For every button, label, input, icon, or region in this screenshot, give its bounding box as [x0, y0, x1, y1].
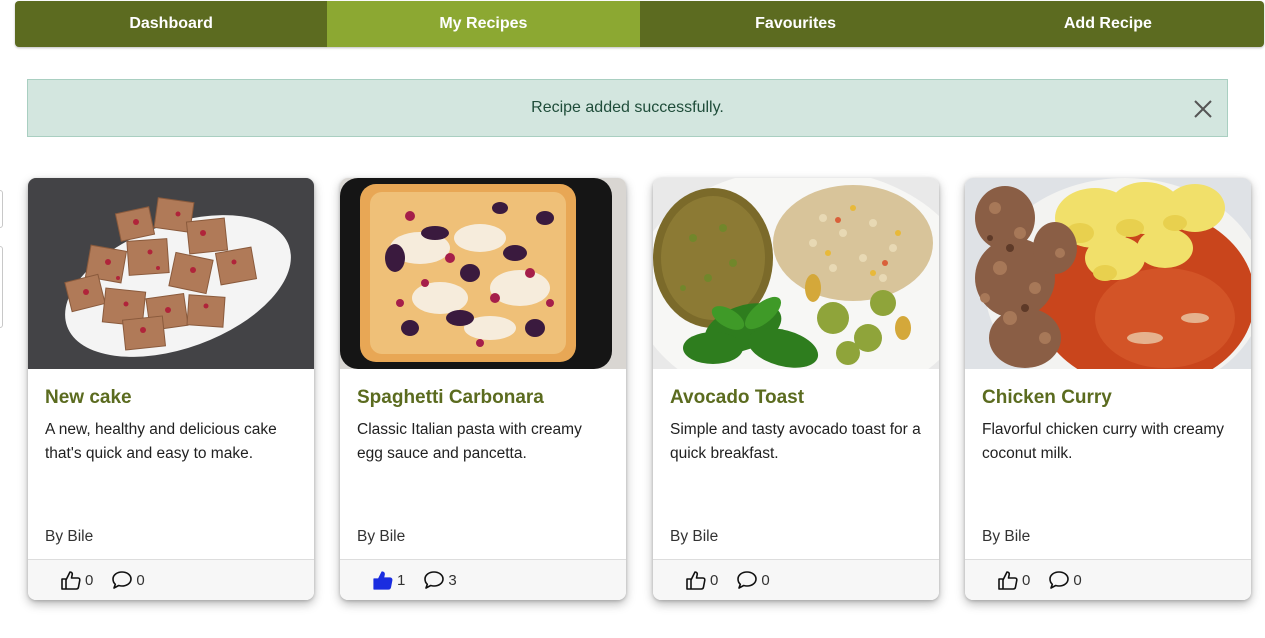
recipe-card[interactable]: New cake A new, healthy and delicious ca…	[28, 178, 314, 600]
comment-button[interactable]: 3	[423, 570, 457, 590]
card-footer: 1 3	[340, 559, 626, 600]
like-button[interactable]: 0	[685, 570, 718, 590]
tab-add-recipe[interactable]: Add Recipe	[952, 1, 1264, 47]
comment-count: 0	[761, 571, 770, 589]
recipe-author: By Bile	[45, 528, 94, 545]
comment-count: 0	[136, 571, 145, 589]
comment-button[interactable]: 0	[736, 570, 770, 590]
comment-count: 3	[448, 571, 457, 589]
tab-my-recipes[interactable]: My Recipes	[327, 1, 640, 47]
recipe-image-avocado-toast[interactable]	[653, 178, 939, 369]
like-count: 0	[85, 571, 94, 589]
recipe-image-chicken-curry[interactable]	[965, 178, 1251, 369]
like-button[interactable]: 0	[60, 570, 93, 590]
tab-favourites[interactable]: Favourites	[640, 1, 952, 47]
close-icon[interactable]	[1193, 99, 1213, 119]
thumbs-up-icon	[686, 571, 706, 590]
like-count: 0	[710, 571, 719, 589]
recipe-author: By Bile	[982, 528, 1031, 545]
recipe-author: By Bile	[670, 528, 719, 545]
like-button[interactable]: 1	[372, 570, 405, 590]
recipe-image-carbonara[interactable]	[340, 178, 626, 369]
recipe-description: Flavorful chicken curry with creamy coco…	[982, 421, 1225, 462]
card-footer: 0 0	[28, 559, 314, 600]
recipe-card[interactable]: Chicken Curry Flavorful chicken curry wi…	[965, 178, 1251, 600]
comment-icon	[112, 571, 133, 589]
comment-count: 0	[1073, 571, 1082, 589]
comment-button[interactable]: 0	[111, 570, 145, 590]
success-alert: Recipe added successfully.	[27, 79, 1228, 137]
offscreen-panel-edge-2	[0, 246, 3, 328]
recipe-title[interactable]: Avocado Toast	[670, 387, 922, 409]
thumbs-up-icon	[998, 571, 1018, 590]
comment-icon	[737, 571, 758, 589]
like-count: 1	[397, 571, 406, 589]
like-count: 0	[1022, 571, 1031, 589]
thumbs-up-icon	[61, 571, 81, 590]
recipe-card[interactable]: Avocado Toast Simple and tasty avocado t…	[653, 178, 939, 600]
recipe-title[interactable]: New cake	[45, 387, 297, 409]
card-body: Chicken Curry Flavorful chicken curry wi…	[965, 369, 1251, 559]
comment-button[interactable]: 0	[1048, 570, 1082, 590]
recipe-card[interactable]: Spaghetti Carbonara Classic Italian past…	[340, 178, 626, 600]
alert-message: Recipe added successfully.	[531, 99, 724, 116]
card-footer: 0 0	[965, 559, 1251, 600]
recipe-title[interactable]: Spaghetti Carbonara	[357, 387, 609, 409]
recipe-description: Classic Italian pasta with creamy egg sa…	[357, 421, 582, 462]
comment-icon	[424, 571, 445, 589]
recipe-description: A new, healthy and delicious cake that's…	[45, 421, 277, 462]
thumbs-up-filled-icon	[373, 571, 393, 590]
card-footer: 0 0	[653, 559, 939, 600]
like-button[interactable]: 0	[997, 570, 1030, 590]
card-body: Spaghetti Carbonara Classic Italian past…	[340, 369, 626, 559]
card-body: New cake A new, healthy and delicious ca…	[28, 369, 314, 559]
recipe-image-cake[interactable]	[28, 178, 314, 369]
recipe-description: Simple and tasty avocado toast for a qui…	[670, 421, 921, 462]
comment-icon	[1049, 571, 1070, 589]
tab-dashboard[interactable]: Dashboard	[15, 1, 327, 47]
main-nav: Dashboard My Recipes Favourites Add Reci…	[15, 1, 1264, 47]
page: Dashboard My Recipes Favourites Add Reci…	[0, 0, 1265, 638]
recipe-author: By Bile	[357, 528, 406, 545]
offscreen-panel-edge	[0, 190, 3, 228]
card-body: Avocado Toast Simple and tasty avocado t…	[653, 369, 939, 559]
recipe-title[interactable]: Chicken Curry	[982, 387, 1234, 409]
